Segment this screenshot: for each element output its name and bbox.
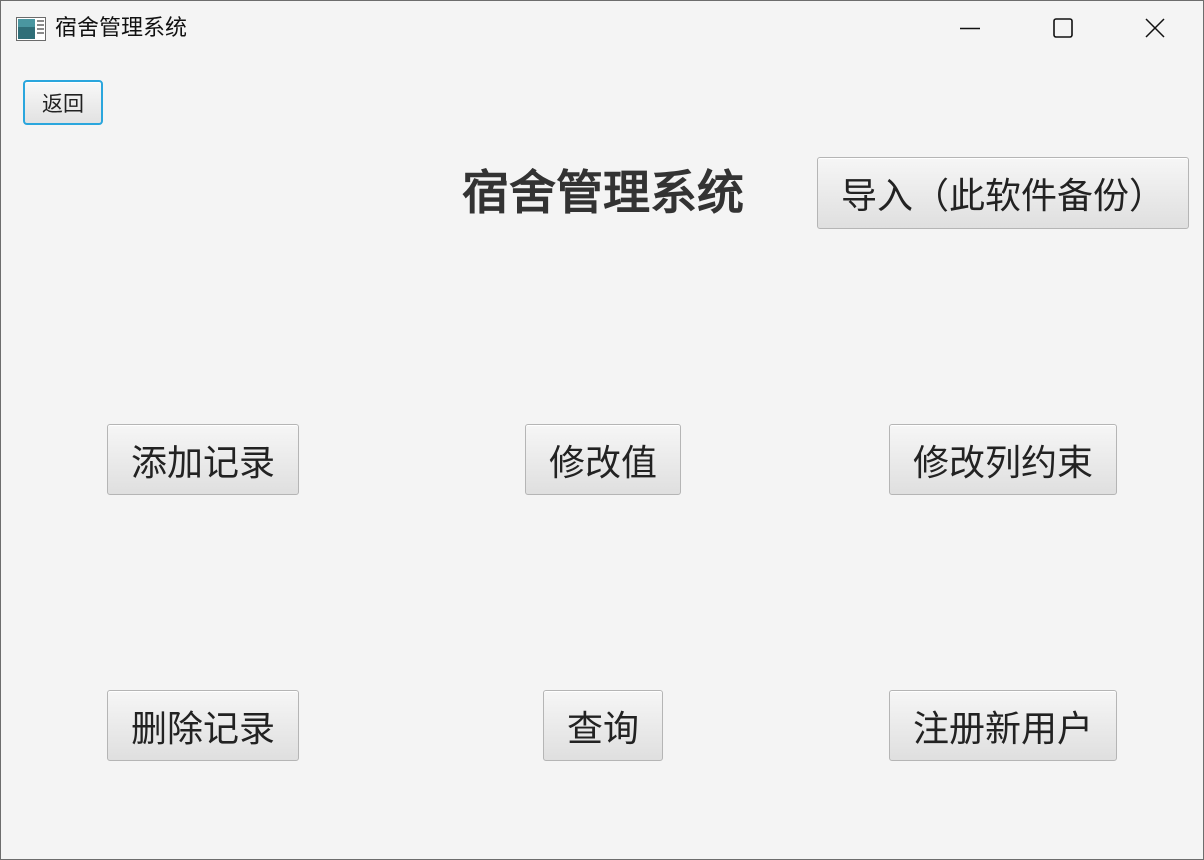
minimize-icon xyxy=(959,17,981,43)
window-title: 宿舍管理系统 xyxy=(55,16,188,41)
query-button[interactable]: 查询 xyxy=(543,690,663,761)
import-backup-button[interactable]: 导入（此软件备份） xyxy=(817,157,1189,229)
register-user-button[interactable]: 注册新用户 xyxy=(889,690,1117,761)
close-icon xyxy=(1144,17,1166,43)
maximize-button[interactable] xyxy=(1040,1,1086,59)
maximize-icon xyxy=(1052,17,1074,43)
delete-record-button[interactable]: 删除记录 xyxy=(107,690,299,761)
add-record-button[interactable]: 添加记录 xyxy=(107,424,299,495)
app-window: 宿舍管理系统 返回 宿舍管理系统 导入（此软件备份） 添加记录 修改值 修改列约… xyxy=(0,0,1204,860)
app-window-icon xyxy=(16,17,46,41)
title-bar[interactable]: 宿舍管理系统 xyxy=(1,1,1203,59)
modify-column-constraint-button[interactable]: 修改列约束 xyxy=(889,424,1117,495)
minimize-button[interactable] xyxy=(947,1,993,59)
modify-value-button[interactable]: 修改值 xyxy=(525,424,681,495)
close-button[interactable] xyxy=(1132,1,1178,59)
page-title: 宿舍管理系统 xyxy=(462,166,744,221)
back-button[interactable]: 返回 xyxy=(23,80,103,125)
